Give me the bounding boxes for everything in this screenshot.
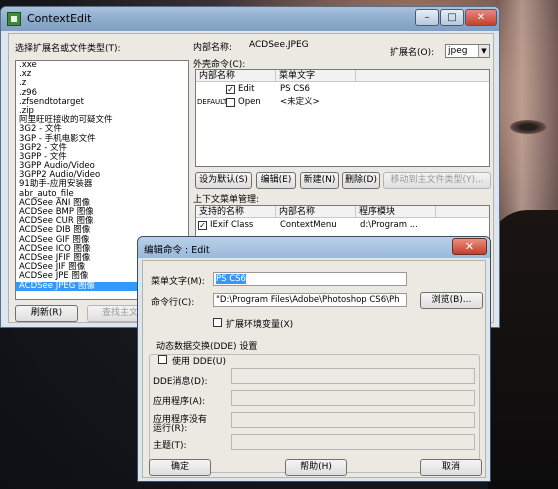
context-row-internal: ContextMenu — [280, 220, 337, 230]
cancel-button[interactable]: 取消 — [420, 459, 482, 476]
delete-button[interactable]: 删除(D) — [342, 172, 380, 189]
topic-input[interactable] — [231, 434, 475, 450]
dde-group-title: 动态数据交换(DDE) 设置 — [156, 342, 258, 352]
shell-row-checkbox[interactable]: ✓ — [226, 85, 235, 94]
shell-row-internal: Edit — [238, 84, 255, 94]
move-to-main-type-button[interactable]: 移动到主文件类型(Y)... — [383, 172, 491, 189]
maximize-button[interactable]: □ — [440, 9, 464, 26]
title-bar[interactable]: ContextEdit – □ ✕ — [1, 7, 499, 31]
list-item[interactable]: .xxe — [16, 61, 188, 70]
window-title: ContextEdit — [27, 12, 92, 25]
use-dde-checkbox[interactable] — [158, 355, 167, 364]
shell-row-internal: Open — [238, 97, 261, 107]
menu-text-input[interactable]: PS CS6 — [213, 272, 407, 286]
default-tag: DEFAULT — [197, 98, 228, 106]
close-button[interactable]: ✕ — [465, 9, 497, 26]
internal-name-value: ACDSee.JPEG — [249, 40, 309, 50]
shell-command-grid[interactable]: 内部名称 菜单文字 ✓ Edit PS CS6 DEFAULT Open <未定… — [195, 69, 490, 167]
list-item[interactable]: .zfsendtotarget — [16, 97, 188, 107]
list-label: 选择扩展名或文件类型(T): — [15, 44, 121, 54]
edit-button[interactable]: 编辑(E) — [256, 172, 296, 189]
menu-text-label: 菜单文字(M): — [151, 277, 205, 287]
chevron-down-icon[interactable]: ▼ — [478, 45, 489, 57]
cmdline-label: 命令行(C): — [151, 298, 195, 308]
use-dde-label: 使用 DDE(U) — [172, 357, 227, 367]
context-col-internal[interactable]: 内部名称 — [276, 206, 356, 218]
app-not-running-input[interactable] — [231, 412, 475, 428]
shell-row-menu: PS CS6 — [280, 84, 310, 94]
cmdline-input[interactable]: "D:\Program Files\Adobe\Photoshop CS6\Ph — [213, 293, 407, 307]
context-row-module: d:\Program ... — [360, 220, 418, 230]
dde-msg-input[interactable] — [231, 368, 475, 384]
dialog-close-button[interactable]: ✕ — [452, 238, 487, 255]
expand-env-checkbox[interactable] — [213, 318, 222, 327]
shell-row-menu: <未定义> — [280, 97, 320, 107]
app-input[interactable] — [231, 390, 475, 406]
shell-col-internal[interactable]: 内部名称 — [196, 70, 276, 82]
dde-msg-label: DDE消息(D): — [153, 377, 208, 387]
browse-button[interactable]: 浏览(B)... — [420, 292, 483, 309]
minimize-button[interactable]: – — [415, 9, 439, 26]
ext-select-value: jpeg — [448, 46, 468, 56]
context-grid-header: 支持的名称 内部名称 程序模块 — [196, 206, 489, 218]
dialog-client-area: 菜单文字(M): PS CS6 命令行(C): "D:\Program File… — [142, 260, 486, 478]
help-button[interactable]: 帮助(H) — [285, 459, 347, 476]
context-col-name[interactable]: 支持的名称 — [196, 206, 276, 218]
ext-label: 扩展名(O): — [390, 48, 435, 58]
refresh-button[interactable]: 刷新(R) — [15, 305, 78, 322]
context-menu-label: 上下文菜单管理: — [193, 195, 260, 205]
set-default-button[interactable]: 设为默认(S) — [195, 172, 252, 189]
list-item[interactable]: .xz — [16, 69, 188, 79]
menu-text-value: PS CS6 — [216, 274, 246, 284]
wallpaper-eye — [510, 120, 546, 134]
topic-label: 主题(T): — [153, 441, 187, 451]
shell-col-menu[interactable]: 菜单文字 — [276, 70, 356, 82]
context-col-module[interactable]: 程序模块 — [356, 206, 436, 218]
dialog-title-bar[interactable]: 编辑命令 : Edit ✕ — [138, 237, 490, 258]
ext-select[interactable]: jpeg ▼ — [445, 44, 490, 58]
context-row-name: IExif Class — [210, 220, 254, 230]
ok-button[interactable]: 确定 — [149, 459, 211, 476]
list-item[interactable]: .z — [16, 79, 188, 88]
shell-grid-header: 内部名称 菜单文字 — [196, 70, 489, 82]
expand-env-label: 扩展环境变量(X) — [226, 320, 294, 330]
internal-name-label: 内部名称: — [193, 43, 233, 53]
dialog-title: 编辑命令 : Edit — [144, 245, 210, 256]
app-not-running-label-2: 运行(R): — [153, 424, 188, 434]
shell-row-checkbox[interactable] — [226, 98, 235, 107]
app-icon — [7, 12, 21, 26]
new-button[interactable]: 新建(N) — [300, 172, 339, 189]
edit-command-dialog: 编辑命令 : Edit ✕ 菜单文字(M): PS CS6 命令行(C): "D… — [137, 236, 491, 482]
app-label: 应用程序(A): — [153, 397, 206, 407]
dde-groupbox: 使用 DDE(U) DDE消息(D): 应用程序(A): 应用程序没有 运行(R… — [149, 354, 480, 473]
context-row-checkbox[interactable]: ✓ — [198, 221, 207, 230]
